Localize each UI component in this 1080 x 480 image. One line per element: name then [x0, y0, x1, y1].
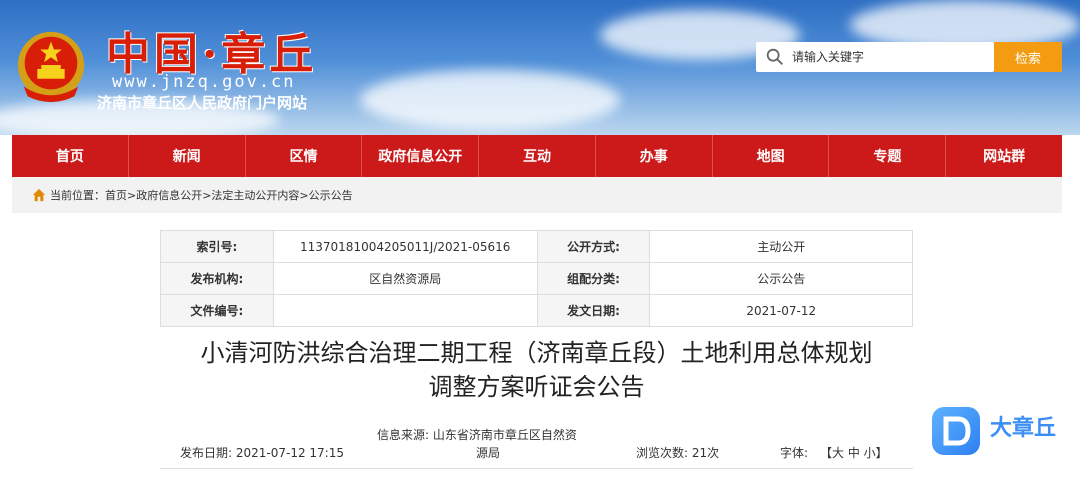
- search-icon: [766, 48, 783, 65]
- publisher-value: 区自然资源局: [272, 262, 538, 295]
- disclosure-label: 公开方式:: [536, 230, 651, 263]
- source-line1: 信息来源: 山东省济南市章丘区自然资: [377, 428, 577, 442]
- nav-item-services[interactable]: 办事: [596, 135, 713, 177]
- article-title-line2: 调整方案听证会公告: [428, 373, 645, 401]
- source-line2: 源局: [476, 446, 501, 460]
- breadcrumb: 当前位置： 首页>政府信息公开>法定主动公开内容>公示公告: [12, 177, 1062, 213]
- document-info-table: 索引号: 11370181004205011J/2021-05616 公开方式:…: [160, 230, 913, 327]
- nav-item-topics[interactable]: 专题: [829, 135, 947, 177]
- watermark-text: 大章丘: [990, 416, 1057, 441]
- table-row: 文件编号: 发文日期: 2021-07-12: [160, 294, 913, 327]
- docno-value: [272, 294, 538, 327]
- nav-item-home[interactable]: 首页: [12, 135, 129, 177]
- nav-item-gov-disclosure[interactable]: 政府信息公开: [362, 135, 480, 177]
- meta-divider: [160, 468, 913, 469]
- table-row: 发布机构: 区自然资源局 组配分类: 公示公告: [160, 262, 913, 295]
- index-value: 11370181004205011J/2021-05616: [272, 230, 538, 263]
- nav-item-news[interactable]: 新闻: [129, 135, 246, 177]
- date-value: 2021-07-12: [649, 294, 913, 327]
- national-emblem-icon: [17, 31, 85, 103]
- category-value: 公示公告: [649, 262, 913, 295]
- publish-date: 发布日期: 2021-07-12 17:15: [180, 446, 344, 460]
- font-size-switcher[interactable]: 【大 中 小】: [820, 444, 888, 461]
- nav-item-district-info[interactable]: 区情: [246, 135, 363, 177]
- table-row: 索引号: 11370181004205011J/2021-05616 公开方式:…: [160, 230, 913, 263]
- article-title-line1: 小清河防洪综合治理二期工程（济南章丘段）土地利用总体规划: [200, 339, 873, 367]
- site-header: 中国·章丘 www.jnzq.gov.cn 济南市章丘区人民政府门户网站 检索: [0, 0, 1080, 135]
- site-subtitle: 济南市章丘区人民政府门户网站: [97, 94, 308, 112]
- nav-item-interaction[interactable]: 互动: [479, 135, 596, 177]
- article-title: 小清河防洪综合治理二期工程（济南章丘段）土地利用总体规划 调整方案听证会公告: [160, 336, 913, 404]
- publisher-label: 发布机构:: [160, 262, 274, 295]
- breadcrumb-label: 当前位置：: [50, 189, 105, 202]
- font-size-label: 字体:: [780, 446, 809, 460]
- view-count: 浏览次数: 21次: [636, 446, 720, 460]
- index-label: 索引号:: [160, 230, 274, 263]
- home-icon: [32, 188, 46, 202]
- search-box: [756, 42, 994, 72]
- breadcrumb-path[interactable]: 首页>政府信息公开>法定主动公开内容>公示公告: [105, 187, 353, 203]
- dazhangqiu-logo-icon: [932, 407, 980, 455]
- search-input[interactable]: [790, 49, 984, 65]
- main-nav: 首页 新闻 区情 政府信息公开 互动 办事 地图 专题 网站群: [12, 135, 1062, 177]
- site-domain: www.jnzq.gov.cn: [112, 72, 296, 92]
- nav-item-site-group[interactable]: 网站群: [946, 135, 1062, 177]
- search-button[interactable]: 检索: [994, 42, 1062, 72]
- article-meta: 发布日期: 2021-07-12 17:15 信息来源: 山东省济南市章丘区自然…: [0, 424, 1080, 464]
- disclosure-value: 主动公开: [649, 230, 913, 263]
- date-label: 发文日期:: [536, 294, 651, 327]
- category-label: 组配分类:: [536, 262, 651, 295]
- nav-item-map[interactable]: 地图: [713, 135, 830, 177]
- docno-label: 文件编号:: [160, 294, 274, 327]
